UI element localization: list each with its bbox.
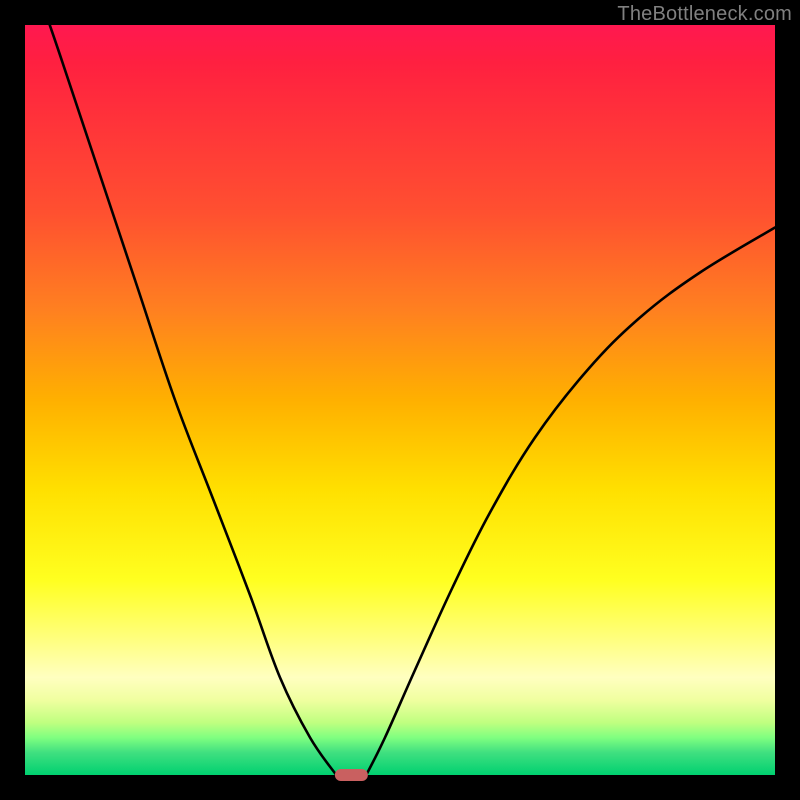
chart-frame: TheBottleneck.com [0, 0, 800, 800]
bottleneck-marker [335, 769, 367, 781]
curve-right [366, 228, 775, 776]
watermark-label: TheBottleneck.com [617, 3, 792, 26]
chart-curves-svg [25, 25, 775, 775]
chart-plot-area [25, 25, 775, 775]
curve-left [50, 25, 337, 775]
